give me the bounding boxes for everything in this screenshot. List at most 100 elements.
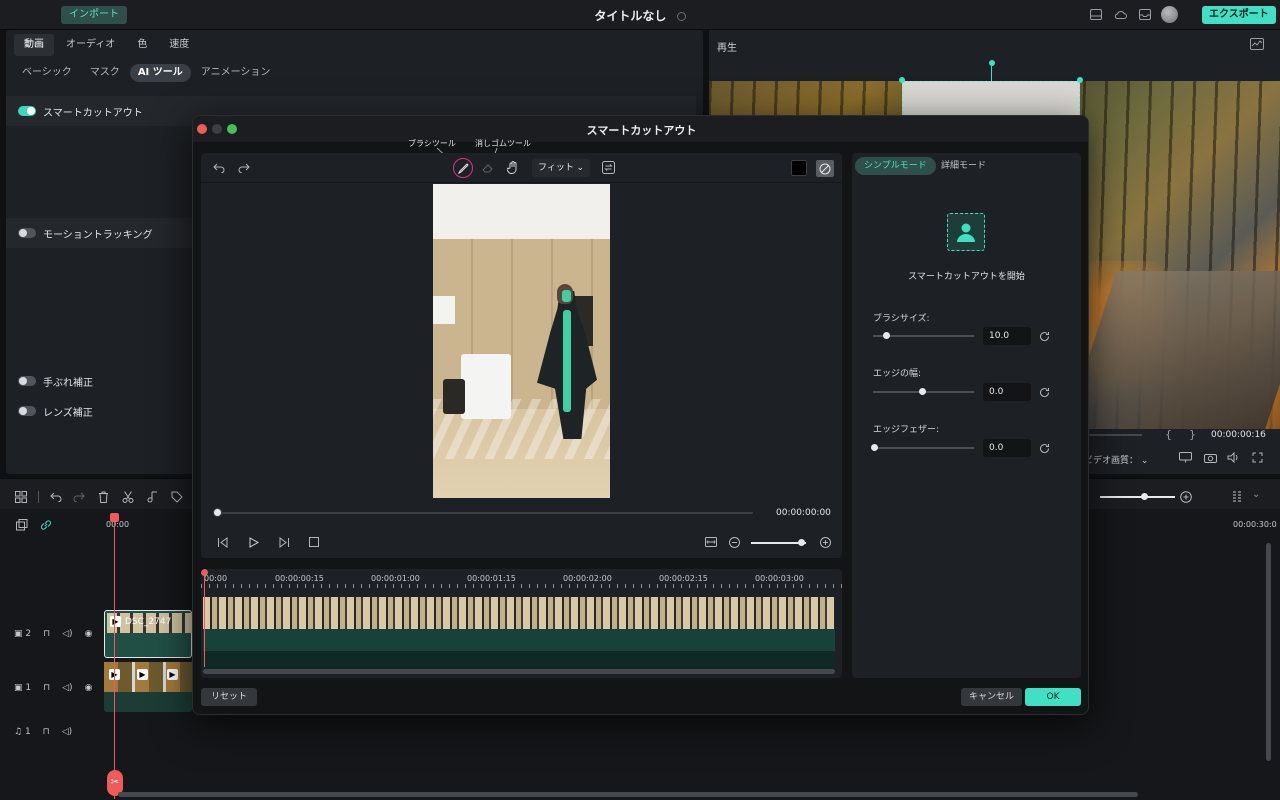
start-cutout-label[interactable]: スマートカットアウトを開始 bbox=[852, 269, 1081, 282]
player-scrubber[interactable] bbox=[1089, 434, 1142, 436]
volume-icon[interactable]: ◁) bbox=[62, 629, 72, 639]
tab-advanced-mode[interactable]: 詳細モード bbox=[932, 157, 995, 175]
tab-speed[interactable]: 速度 bbox=[159, 34, 199, 56]
cutout-timeline-scrollbar[interactable] bbox=[203, 669, 835, 674]
edge-width-knob[interactable] bbox=[919, 388, 926, 395]
next-frame-icon[interactable] bbox=[279, 537, 290, 548]
lens-correction-toggle[interactable] bbox=[18, 406, 36, 416]
import-button[interactable]: インポート bbox=[61, 6, 127, 24]
layout-icon[interactable] bbox=[1090, 9, 1102, 20]
delete-icon[interactable] bbox=[98, 491, 109, 503]
lock-icon[interactable]: ⊓ bbox=[43, 727, 50, 737]
reset-edge-feather-icon[interactable] bbox=[1038, 442, 1050, 454]
stop-icon[interactable] bbox=[309, 537, 319, 547]
corner-handle[interactable] bbox=[899, 77, 905, 83]
fullscreen-icon[interactable] bbox=[1252, 452, 1263, 463]
tag-icon[interactable] bbox=[171, 491, 183, 503]
fit-dropdown[interactable]: フィット ⌄ bbox=[532, 159, 590, 177]
timeline-clip-main[interactable]: ▶ ▶ ▶ bbox=[104, 662, 192, 712]
timeline-vscrollbar[interactable] bbox=[1266, 543, 1271, 761]
stabilization-toggle[interactable] bbox=[18, 376, 36, 386]
playhead[interactable] bbox=[114, 519, 115, 799]
cancel-button[interactable]: キャンセル bbox=[961, 688, 1023, 706]
lock-icon[interactable]: ⊓ bbox=[43, 629, 50, 639]
edge-width-input[interactable]: 0.0 bbox=[983, 383, 1031, 401]
ok-button[interactable]: OK bbox=[1025, 688, 1081, 706]
tab-simple-mode[interactable]: シンプルモード bbox=[855, 157, 936, 175]
subtab-ai-tools[interactable]: AI ツール bbox=[129, 64, 191, 82]
reset-button[interactable]: リセット bbox=[201, 688, 258, 706]
brush-tool-button[interactable] bbox=[453, 158, 473, 178]
waveform-icon[interactable] bbox=[1250, 38, 1264, 50]
zoom-out-icon[interactable] bbox=[729, 537, 740, 548]
tab-audio[interactable]: オーディオ bbox=[56, 34, 125, 56]
editor-scrub-knob[interactable] bbox=[213, 508, 222, 517]
tab-video[interactable]: 動画 bbox=[14, 34, 54, 56]
edge-feather-input[interactable]: 0.0 bbox=[983, 439, 1031, 457]
link-icon[interactable] bbox=[40, 519, 52, 531]
eraser-tool-button[interactable] bbox=[482, 161, 494, 173]
editor-scrubber[interactable] bbox=[217, 512, 753, 514]
mark-out-icon[interactable]: } bbox=[1189, 428, 1196, 441]
subtab-basic[interactable]: ベーシック bbox=[14, 64, 80, 82]
edge-feather-slider[interactable] bbox=[873, 447, 974, 449]
volume-icon[interactable]: ◁) bbox=[62, 683, 72, 693]
rotate-handle[interactable] bbox=[989, 60, 995, 66]
subtab-mask[interactable]: マスク bbox=[82, 64, 128, 82]
cutout-playhead-top[interactable] bbox=[201, 569, 208, 576]
brush-size-input[interactable]: 10.0 bbox=[983, 327, 1031, 345]
grid-icon[interactable] bbox=[15, 491, 27, 503]
export-button[interactable]: エクスポート bbox=[1202, 6, 1276, 24]
chevron-down-icon[interactable]: ⌄ bbox=[1252, 489, 1260, 500]
zoom-in-icon[interactable] bbox=[1180, 491, 1192, 503]
eye-icon[interactable]: ◉ bbox=[85, 683, 93, 693]
hand-tool-button[interactable] bbox=[507, 161, 519, 174]
redo-icon[interactable] bbox=[73, 492, 85, 502]
scissors-icon[interactable] bbox=[122, 491, 134, 503]
undo-icon[interactable] bbox=[50, 492, 62, 502]
eye-icon[interactable]: ◉ bbox=[85, 629, 93, 639]
maximize-window-button[interactable] bbox=[227, 124, 237, 134]
edge-feather-knob[interactable] bbox=[871, 444, 878, 451]
tab-color[interactable]: 色 bbox=[127, 34, 157, 56]
camera-icon[interactable] bbox=[1204, 452, 1217, 463]
motion-tracking-toggle[interactable] bbox=[18, 228, 36, 238]
track-layout-icon[interactable] bbox=[1232, 490, 1244, 504]
cutout-playhead[interactable] bbox=[204, 569, 205, 667]
corner-handle[interactable] bbox=[1077, 77, 1083, 83]
cutout-canvas[interactable] bbox=[433, 184, 610, 498]
undo-icon[interactable] bbox=[213, 163, 225, 173]
mark-in-icon[interactable]: { bbox=[1165, 428, 1172, 441]
cutout-clip-filmstrip[interactable] bbox=[203, 597, 835, 629]
play-icon[interactable] bbox=[249, 537, 259, 548]
background-color-swatch[interactable] bbox=[791, 160, 807, 176]
audio-detach-icon[interactable] bbox=[146, 491, 160, 503]
zoom-slider[interactable] bbox=[1100, 496, 1175, 498]
brush-size-knob[interactable] bbox=[883, 332, 890, 339]
compare-icon[interactable] bbox=[602, 161, 615, 174]
subtab-animation[interactable]: アニメーション bbox=[193, 64, 279, 82]
zoom-knob[interactable] bbox=[1141, 493, 1148, 500]
display-icon[interactable] bbox=[1179, 452, 1192, 463]
minimize-window-button[interactable] bbox=[212, 124, 222, 134]
redo-icon[interactable] bbox=[238, 163, 250, 173]
reset-brush-size-icon[interactable] bbox=[1038, 330, 1050, 342]
person-cutout-icon[interactable] bbox=[947, 213, 985, 251]
cloud-icon[interactable] bbox=[1114, 9, 1127, 20]
inbox-icon[interactable] bbox=[1139, 9, 1151, 20]
zoom-in-icon[interactable] bbox=[820, 537, 831, 548]
fit-timeline-icon[interactable] bbox=[705, 537, 717, 547]
smart-cutout-toggle[interactable] bbox=[18, 106, 36, 116]
add-track-icon[interactable] bbox=[16, 519, 28, 531]
close-window-button[interactable] bbox=[197, 124, 207, 134]
quality-dropdown[interactable]: ビデオ画質： ⌄ bbox=[1084, 453, 1148, 466]
volume-icon[interactable]: ◁) bbox=[62, 727, 72, 737]
playhead-top[interactable] bbox=[110, 513, 119, 522]
reset-edge-width-icon[interactable] bbox=[1038, 386, 1050, 398]
volume-icon[interactable] bbox=[1227, 452, 1240, 463]
lock-icon[interactable]: ⊓ bbox=[43, 683, 50, 693]
timeline-hscrollbar[interactable] bbox=[118, 792, 1138, 797]
timeline-clip-overlay[interactable]: DSC_2747 ▶ bbox=[104, 610, 193, 658]
prev-frame-icon[interactable] bbox=[217, 537, 228, 548]
editor-zoom-knob[interactable] bbox=[798, 539, 805, 546]
